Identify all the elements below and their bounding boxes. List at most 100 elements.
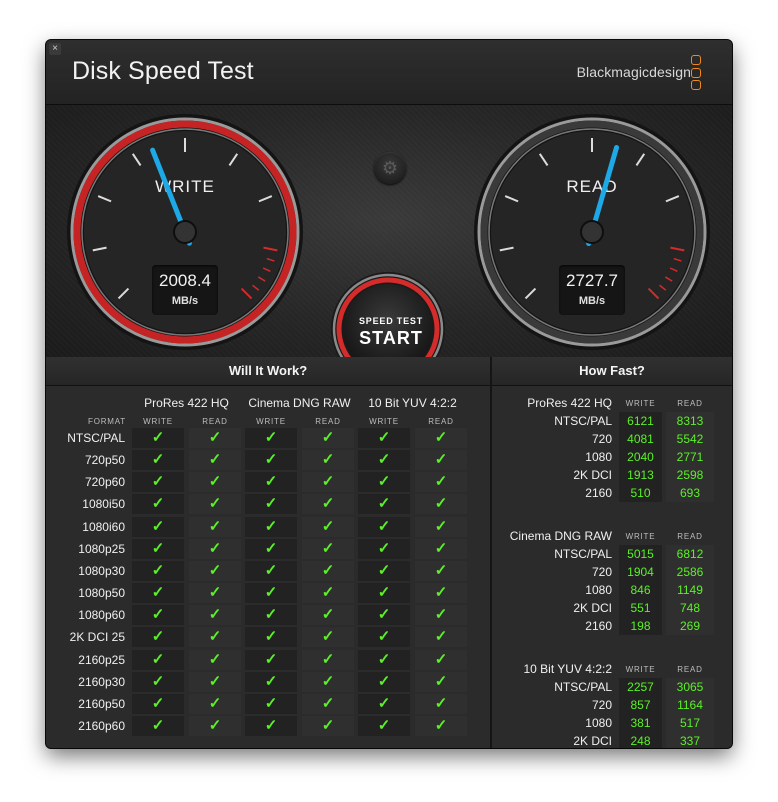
app-title: Disk Speed Test <box>72 57 254 85</box>
compatibility-check: ✓ <box>415 583 467 604</box>
blackmagic-logo-icon <box>691 55 701 91</box>
compatibility-check: ✓ <box>358 450 410 471</box>
compatibility-check: ✓ <box>189 472 241 493</box>
codec-header: ProRes 422 HQ <box>144 396 229 410</box>
compatibility-check: ✓ <box>302 450 354 471</box>
compatibility-check: ✓ <box>189 494 241 515</box>
compatibility-check: ✓ <box>189 715 241 736</box>
format-row-label: 1080p30 <box>78 563 125 578</box>
format-row-label: 2160p30 <box>78 674 125 689</box>
compatibility-check: ✓ <box>358 649 410 670</box>
read-gauge-tick <box>670 246 685 252</box>
how-fast-format-label: 2K DCI <box>573 601 612 615</box>
write-gauge-label: WRITE <box>155 177 215 196</box>
format-row-label: 2160p60 <box>78 718 125 733</box>
compatibility-check: ✓ <box>415 450 467 471</box>
compatibility-check: ✓ <box>302 627 354 648</box>
read-speed-cell: 6812 <box>666 545 714 563</box>
compatibility-check: ✓ <box>245 538 297 559</box>
read-speed-cell: 2598 <box>666 466 714 484</box>
compatibility-check: ✓ <box>358 583 410 604</box>
compatibility-check: ✓ <box>245 472 297 493</box>
compatibility-check: ✓ <box>132 715 184 736</box>
read-speed-cell: 1164 <box>666 696 714 714</box>
codec-header: Cinema DNG RAW <box>248 396 351 410</box>
write-gauge-tick <box>240 287 253 300</box>
write-gauge-tick <box>97 195 112 203</box>
read-speed-unit: MB/s <box>578 295 606 307</box>
compatibility-check: ✓ <box>189 649 241 670</box>
how-fast-format-label: 720 <box>591 565 612 579</box>
compatibility-check: ✓ <box>415 671 467 692</box>
compatibility-check: ✓ <box>132 693 184 714</box>
read-speed-cell: 517 <box>666 714 714 732</box>
how-fast-codec-header: ProRes 422 HQ <box>527 396 612 410</box>
write-gauge-tick <box>263 246 278 252</box>
read-speed-value: 2727.7 <box>566 271 618 290</box>
how-fast-codec-header: 10 Bit YUV 4:2:2 <box>523 662 613 676</box>
read-speed-cell: 269 <box>666 617 714 635</box>
how-fast-read-header: READ <box>677 532 703 541</box>
how-fast-write-header: WRITE <box>625 665 656 674</box>
read-speed-cell: 8313 <box>666 412 714 430</box>
read-column-header: READ <box>315 417 341 426</box>
read-gauge-tick <box>524 287 537 300</box>
compatibility-check: ✓ <box>358 494 410 515</box>
write-speed-cell: 551 <box>619 599 662 617</box>
write-gauge-hub <box>173 220 197 244</box>
compatibility-check: ✓ <box>302 605 354 626</box>
compatibility-check: ✓ <box>189 428 241 448</box>
read-gauge-minor-tick <box>673 257 682 262</box>
write-column-header: WRITE <box>256 417 286 426</box>
how-fast-format-label: NTSC/PAL <box>554 547 612 561</box>
write-speed-cell: 5015 <box>619 545 662 563</box>
read-column-header: READ <box>202 417 228 426</box>
format-row-label: 1080i60 <box>82 519 125 534</box>
disk-speed-test-window: × Disk Speed Test Blackmagicdesign WRITE… <box>46 40 732 748</box>
how-fast-read-header: READ <box>677 665 703 674</box>
format-row-label: NTSC/PAL <box>67 431 125 445</box>
compatibility-check: ✓ <box>358 472 410 493</box>
format-column-header: FORMAT <box>88 417 126 426</box>
compatibility-check: ✓ <box>302 649 354 670</box>
compatibility-check: ✓ <box>358 605 410 626</box>
compatibility-check: ✓ <box>189 583 241 604</box>
compatibility-check: ✓ <box>245 516 297 537</box>
compatibility-check: ✓ <box>302 583 354 604</box>
compatibility-check: ✓ <box>358 671 410 692</box>
how-fast-codec-header: Cinema DNG RAW <box>509 529 612 543</box>
compatibility-check: ✓ <box>189 538 241 559</box>
compatibility-check: ✓ <box>245 649 297 670</box>
compatibility-check: ✓ <box>132 560 184 581</box>
title-bar: × Disk Speed Test Blackmagicdesign <box>46 40 732 105</box>
how-fast-format-label: 2160 <box>585 486 612 500</box>
compatibility-check: ✓ <box>132 649 184 670</box>
write-speed-value: 2008.4 <box>159 271 211 290</box>
compatibility-check: ✓ <box>189 560 241 581</box>
how-fast-format-label: 2160 <box>585 619 612 633</box>
read-gauge-tick <box>665 195 680 203</box>
write-speed-cell: 4081 <box>619 430 662 448</box>
read-gauge-tick <box>504 195 519 203</box>
write-gauge-tick <box>228 153 239 167</box>
compatibility-check: ✓ <box>189 693 241 714</box>
write-speed-cell: 2040 <box>619 448 662 466</box>
compatibility-check: ✓ <box>415 693 467 714</box>
write-speed-cell: 1913 <box>619 466 662 484</box>
compatibility-check: ✓ <box>358 693 410 714</box>
compatibility-check: ✓ <box>302 693 354 714</box>
settings-gear-icon[interactable]: ⚙ <box>374 152 406 184</box>
close-button[interactable]: × <box>49 43 61 55</box>
read-gauge-minor-tick <box>659 284 667 291</box>
compatibility-check: ✓ <box>245 693 297 714</box>
compatibility-check: ✓ <box>245 627 297 648</box>
compatibility-check: ✓ <box>415 627 467 648</box>
write-gauge-minor-tick <box>245 292 252 299</box>
read-gauge-hub <box>580 220 604 244</box>
format-row-label: 720p50 <box>84 453 125 468</box>
write-speed-cell: 381 <box>619 714 662 732</box>
write-gauge-tick <box>117 287 130 300</box>
compatibility-check: ✓ <box>245 494 297 515</box>
read-column-header: READ <box>428 417 454 426</box>
write-gauge-minor-tick <box>266 257 275 262</box>
